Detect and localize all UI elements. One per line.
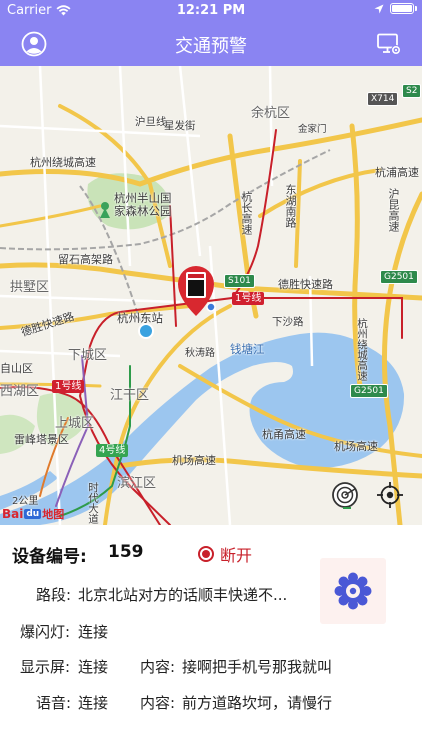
map-label: 杭州绕城高速 bbox=[30, 156, 96, 169]
highway-badge: S101 bbox=[224, 274, 255, 288]
connection-status-text: 断开 bbox=[220, 546, 253, 565]
map-view[interactable]: 余杭区 金家门 东湖南路 杭浦高速 沪昆高速 杭州绕城高速 沪旦线 星发街 杭州… bbox=[0, 66, 422, 525]
battery-icon bbox=[390, 3, 417, 14]
display-content-value: 接啊把手机号那我就叫 bbox=[182, 658, 333, 676]
map-label: 自山区 bbox=[0, 362, 33, 375]
page-title: 交通预警 bbox=[175, 36, 247, 57]
display-content-label: 内容: bbox=[140, 658, 176, 676]
map-label: 上城区 bbox=[55, 416, 95, 431]
metro-badge: 1号线 bbox=[52, 380, 85, 393]
voice-content-label: 内容: bbox=[140, 694, 176, 712]
status-bar: Carrier 12:21 PM bbox=[0, 0, 422, 22]
map-label: 机场高速 bbox=[172, 454, 216, 467]
map-label: 下沙路 bbox=[272, 316, 304, 328]
metro-badge: 4号线 bbox=[96, 444, 129, 457]
map-label: 德胜快速路 bbox=[278, 278, 333, 291]
nav-bar: 交通预警 bbox=[0, 22, 422, 66]
map-label: 杭长高速 bbox=[240, 191, 253, 235]
road-value: 北京北站对方的话顺丰快递不... bbox=[78, 586, 288, 604]
connection-status: 断开 bbox=[198, 542, 252, 566]
flash-light-value: 连接 bbox=[78, 623, 109, 641]
device-info-panel: 设备编号: 159 断开 路段: 北京北站对方的话顺丰快递不... 爆闪灯: 连… bbox=[0, 525, 422, 750]
device-id-label: 设备编号: bbox=[12, 547, 87, 567]
road-label: 路段: bbox=[36, 586, 72, 604]
app-header: Carrier 12:21 PM 交通预警 bbox=[0, 0, 422, 66]
map-label: 秋涛路 bbox=[185, 348, 215, 359]
map-label: 沪昆高速 bbox=[387, 188, 400, 232]
gear-icon bbox=[334, 572, 372, 610]
device-id-value: 159 bbox=[108, 542, 144, 562]
map-label: 杭州东站 bbox=[117, 311, 163, 325]
highway-badge: G2501 bbox=[380, 270, 418, 284]
highway-badge: S2 bbox=[402, 84, 422, 98]
map-label: 杭州半山国家森林公园 bbox=[114, 191, 172, 218]
voice-value: 连接 bbox=[78, 694, 109, 712]
map-label: 留石高架路 bbox=[58, 253, 113, 266]
voice-content-value: 前方道路坎坷，请慢行 bbox=[182, 694, 333, 712]
device-settings-button[interactable] bbox=[320, 558, 386, 624]
map-label: 东湖南路 bbox=[284, 184, 297, 228]
map-label: 雷峰塔景区 bbox=[14, 433, 69, 446]
display-label: 显示屏: bbox=[20, 658, 71, 676]
baidu-logo: Bai du 地图 bbox=[2, 507, 65, 521]
map-label: 星发街 bbox=[164, 120, 196, 132]
map-label: 机场高速 bbox=[334, 440, 378, 453]
flash-light-label: 爆闪灯: bbox=[20, 623, 71, 641]
map-label: 滨江区 bbox=[117, 476, 157, 491]
map-label: 西湖区 bbox=[0, 384, 40, 399]
map-label: 时代大道 bbox=[87, 482, 99, 524]
locate-me-icon[interactable] bbox=[375, 480, 405, 510]
map-label: 沪旦线 bbox=[135, 116, 167, 128]
map-label: 杭州绕城高速 bbox=[356, 318, 368, 381]
map-label: 拱墅区 bbox=[10, 280, 50, 295]
status-time: 12:21 PM bbox=[176, 3, 246, 18]
map-label: 金家门 bbox=[298, 124, 327, 135]
status-right bbox=[374, 3, 417, 14]
disconnect-icon bbox=[198, 546, 214, 562]
display-value: 连接 bbox=[78, 658, 109, 676]
screen-settings-icon[interactable] bbox=[376, 31, 402, 57]
highway-badge: X714 bbox=[367, 92, 399, 106]
highway-badge: G2501 bbox=[350, 384, 388, 398]
radar-icon[interactable] bbox=[330, 480, 360, 510]
map-label: 钱塘江 bbox=[230, 342, 265, 356]
map-label: 杭甬高速 bbox=[262, 428, 306, 441]
map-label: 余杭区 bbox=[251, 106, 291, 121]
map-label: 下城区 bbox=[68, 348, 108, 363]
map-label: 杭浦高速 bbox=[375, 166, 419, 179]
metro-badge: 1号线 bbox=[232, 292, 265, 305]
location-arrow-icon bbox=[374, 4, 384, 13]
map-label: 江干区 bbox=[110, 388, 150, 403]
voice-label: 语音: bbox=[36, 694, 72, 712]
